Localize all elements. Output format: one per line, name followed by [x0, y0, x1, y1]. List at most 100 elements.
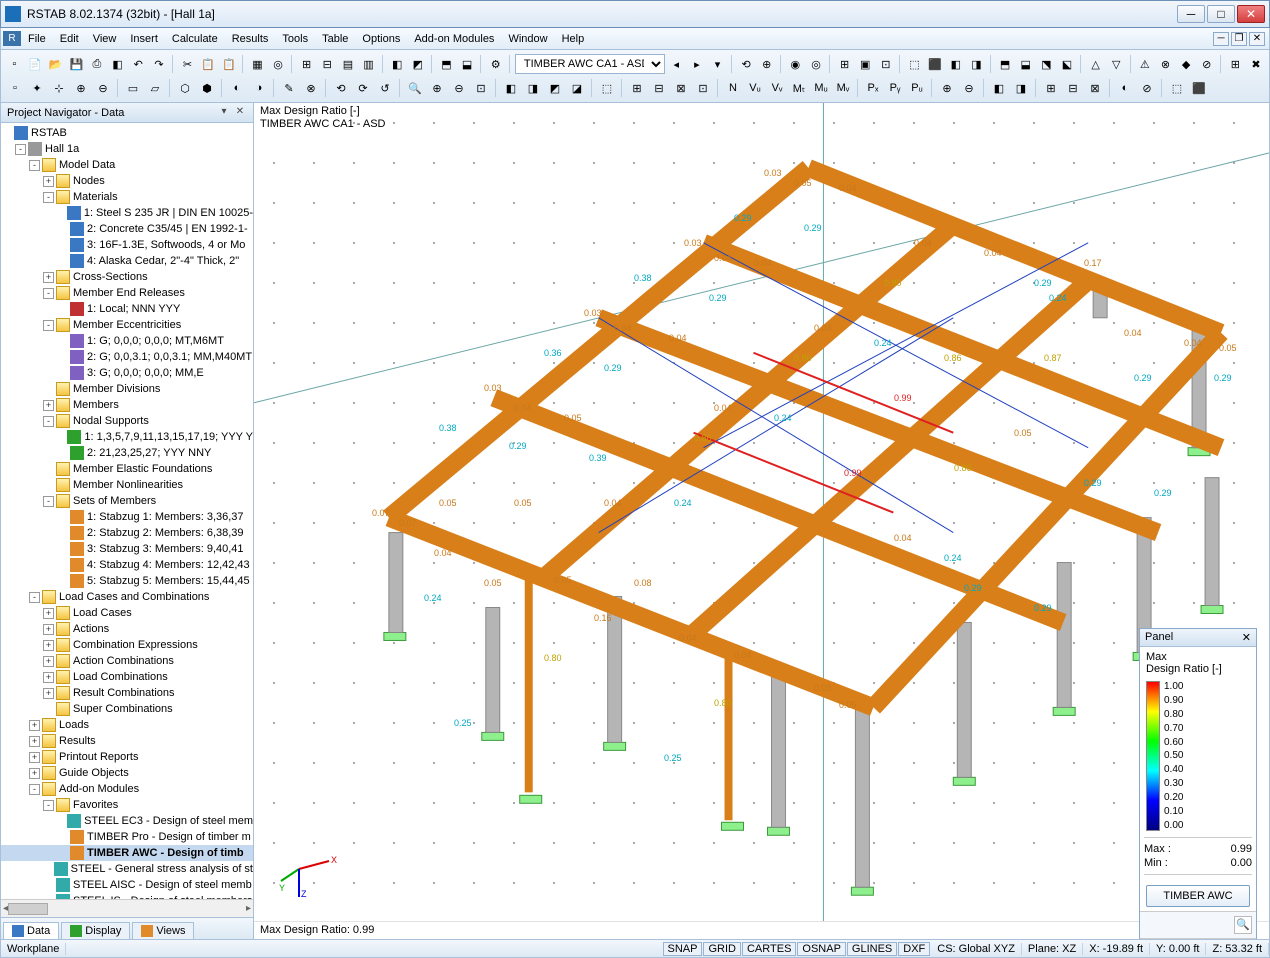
toolbar-button[interactable]: ⊞: [627, 78, 647, 98]
tree-node[interactable]: 1: G; 0,0,0; 0,0,0; MT,M6MT: [1, 333, 253, 349]
tree-node[interactable]: Member Elastic Foundations: [1, 461, 253, 477]
toolbar-button[interactable]: ⬒: [996, 54, 1015, 74]
tree-node[interactable]: 2: Concrete C35/45 | EN 1992-1-: [1, 221, 253, 237]
menu-calculate[interactable]: Calculate: [165, 31, 225, 47]
tree-node[interactable]: 1: Local; NNN YYY: [1, 301, 253, 317]
menu-table[interactable]: Table: [315, 31, 355, 47]
mdi-close-button[interactable]: ✕: [1249, 32, 1265, 46]
tree-node[interactable]: +Printout Reports: [1, 749, 253, 765]
menu-addon-modules[interactable]: Add-on Modules: [407, 31, 501, 47]
navigator-hscroll[interactable]: ◂ ▸: [1, 899, 253, 917]
tree-node[interactable]: -Nodal Supports: [1, 413, 253, 429]
toolbar-button[interactable]: ◨: [523, 78, 543, 98]
expand-icon[interactable]: -: [29, 784, 40, 795]
snap-dxf[interactable]: DXF: [898, 942, 930, 956]
tree-node[interactable]: Member Nonlinearities: [1, 477, 253, 493]
tree-node[interactable]: 4: Alaska Cedar, 2"-4" Thick, 2": [1, 253, 253, 269]
toolbar-button[interactable]: ⬓: [458, 54, 477, 74]
toolbar-button[interactable]: ✖: [1247, 54, 1266, 74]
toolbar-button[interactable]: ⊞: [1041, 78, 1061, 98]
toolbar-button[interactable]: △: [1086, 54, 1105, 74]
tree-node[interactable]: Super Combinations: [1, 701, 253, 717]
toolbar-button[interactable]: ◨: [967, 54, 986, 74]
zoom-icon[interactable]: 🔍: [1234, 916, 1252, 934]
snap-osnap[interactable]: OSNAP: [797, 942, 846, 956]
toolbar-button[interactable]: Pᵤ: [907, 78, 927, 98]
tree-node[interactable]: 2: G; 0,0,3.1; 0,0,3.1; MM,M40MT: [1, 349, 253, 365]
tree-node[interactable]: -Hall 1a: [1, 141, 253, 157]
toolbar-button[interactable]: ◉: [786, 54, 805, 74]
tree-node[interactable]: -Member End Releases: [1, 285, 253, 301]
toolbar-button[interactable]: ⊟: [318, 54, 337, 74]
expand-icon[interactable]: +: [29, 768, 40, 779]
tree-node[interactable]: STEEL - General stress analysis of st: [1, 861, 253, 877]
tree-node[interactable]: 1: Steel S 235 JR | DIN EN 10025-: [1, 205, 253, 221]
toolbar-button[interactable]: ▫: [5, 54, 24, 74]
toolbar-button[interactable]: ▱: [145, 78, 165, 98]
toolbar-button[interactable]: ◎: [269, 54, 288, 74]
toolbar-button[interactable]: ✎: [279, 78, 299, 98]
expand-icon[interactable]: -: [43, 800, 54, 811]
toolbar-button[interactable]: N: [723, 78, 743, 98]
toolbar-button[interactable]: ⊖: [93, 78, 113, 98]
toolbar-button[interactable]: ⊕: [757, 54, 776, 74]
tree-node[interactable]: 3: 16F-1.3E, Softwoods, 4 or Mo: [1, 237, 253, 253]
toolbar-button[interactable]: ⊠: [671, 78, 691, 98]
tree-node[interactable]: +Members: [1, 397, 253, 413]
menu-tools[interactable]: Tools: [275, 31, 315, 47]
expand-icon[interactable]: -: [43, 192, 54, 203]
expand-icon[interactable]: +: [43, 272, 54, 283]
expand-icon[interactable]: +: [43, 400, 54, 411]
expand-icon[interactable]: +: [43, 656, 54, 667]
toolbar-button[interactable]: ⬚: [905, 54, 924, 74]
tree-node[interactable]: +Nodes: [1, 173, 253, 189]
tree-node[interactable]: +Loads: [1, 717, 253, 733]
toolbar-button[interactable]: ⊹: [49, 78, 69, 98]
toolbar-button[interactable]: Mₜ: [789, 78, 809, 98]
tree-node[interactable]: Member Divisions: [1, 381, 253, 397]
toolbar-button[interactable]: ⬚: [597, 78, 617, 98]
tree-node[interactable]: 3: G; 0,0,0; 0,0,0; MM,E: [1, 365, 253, 381]
results-combo[interactable]: TIMBER AWC CA1 - ASD: [515, 54, 665, 74]
expand-icon[interactable]: +: [29, 752, 40, 763]
tab-data[interactable]: Data: [3, 922, 59, 939]
tree-node[interactable]: STEEL EC3 - Design of steel mem: [1, 813, 253, 829]
toolbar-button[interactable]: ⊖: [959, 78, 979, 98]
navigator-dropdown-icon[interactable]: ▾: [217, 106, 231, 120]
tree-node[interactable]: +Actions: [1, 621, 253, 637]
snap-cartes[interactable]: CARTES: [742, 942, 796, 956]
toolbar-button[interactable]: ⊕: [427, 78, 447, 98]
toolbar-button[interactable]: ▸: [688, 54, 707, 74]
maximize-button[interactable]: □: [1207, 5, 1235, 23]
snap-grid[interactable]: GRID: [703, 942, 741, 956]
toolbar-button[interactable]: ◪: [567, 78, 587, 98]
toolbar-button[interactable]: 💾: [67, 54, 86, 74]
toolbar-button[interactable]: ✦: [27, 78, 47, 98]
toolbar-button[interactable]: ⬓: [1016, 54, 1035, 74]
tree-node[interactable]: +Combination Expressions: [1, 637, 253, 653]
menu-view[interactable]: View: [86, 31, 124, 47]
toolbar-button[interactable]: ⟲: [331, 78, 351, 98]
toolbar-button[interactable]: ▭: [123, 78, 143, 98]
toolbar-button[interactable]: ⊟: [1063, 78, 1083, 98]
tree-node[interactable]: 3: Stabzug 3: Members: 9,40,41: [1, 541, 253, 557]
toolbar-button[interactable]: ⊗: [1156, 54, 1175, 74]
toolbar-button[interactable]: ⟲: [737, 54, 756, 74]
snap-glines[interactable]: GLINES: [847, 942, 897, 956]
toolbar-button[interactable]: Vᵤ: [745, 78, 765, 98]
snap-snap[interactable]: SNAP: [663, 942, 703, 956]
toolbar-button[interactable]: ▾: [708, 54, 727, 74]
toolbar-button[interactable]: ⊘: [1137, 78, 1157, 98]
tree-node[interactable]: TIMBER Pro - Design of timber m: [1, 829, 253, 845]
toolbar-button[interactable]: ⚠: [1135, 54, 1154, 74]
toolbar-button[interactable]: ⬕: [1058, 54, 1077, 74]
toolbar-button[interactable]: ⬡: [175, 78, 195, 98]
toolbar-button[interactable]: 📋: [199, 54, 218, 74]
toolbar-button[interactable]: ◎: [807, 54, 826, 74]
toolbar-button[interactable]: ⊗: [301, 78, 321, 98]
expand-icon[interactable]: -: [15, 144, 26, 155]
expand-icon[interactable]: +: [29, 736, 40, 747]
toolbar-button[interactable]: Vᵥ: [767, 78, 787, 98]
tree-node[interactable]: +Result Combinations: [1, 685, 253, 701]
menu-edit[interactable]: Edit: [53, 31, 86, 47]
